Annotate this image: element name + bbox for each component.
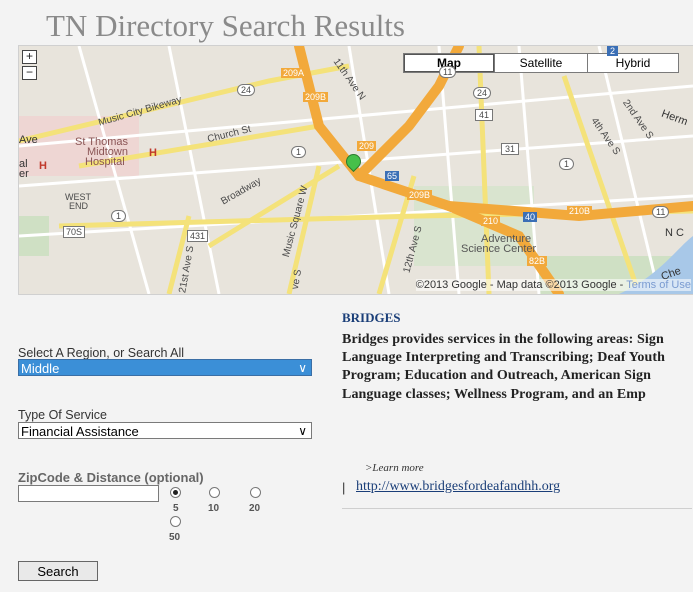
map-view[interactable]: + − Map Satellite Hybrid Music City Bike… <box>18 45 693 295</box>
shield-431: 431 <box>187 230 209 242</box>
map-copyright: ©2013 Google - Map data ©2013 Google - T… <box>415 279 691 291</box>
zoom-in-button[interactable]: + <box>22 50 37 64</box>
map-label-er: er <box>19 168 29 180</box>
shield-209a: 209A <box>281 68 307 78</box>
result-divider <box>342 508 692 509</box>
shield-24-east: 24 <box>473 87 492 99</box>
service-select-value: Financial Assistance <box>21 424 139 439</box>
shield-70s: 70S <box>63 226 86 238</box>
page-title: TN Directory Search Results <box>46 8 405 43</box>
chevron-down-icon: ∨ <box>298 361 307 375</box>
shield-209b: 209B <box>303 92 329 102</box>
shield-209: 209 <box>357 141 377 151</box>
map-type-satellite[interactable]: Satellite <box>494 53 588 73</box>
shield-40: 40 <box>523 212 538 222</box>
map-label-end: END <box>69 201 89 211</box>
distance-label-5: 5 <box>173 503 179 514</box>
map-label-science-center: Science Center <box>461 243 537 255</box>
map-label-nc: N C <box>665 227 684 239</box>
service-select[interactable]: Financial Assistance ∨ <box>18 422 312 439</box>
shield-31: 31 <box>501 143 520 155</box>
distance-radio-5[interactable] <box>170 487 181 498</box>
region-select-value: Middle <box>21 361 60 376</box>
shield-65: 65 <box>385 171 400 181</box>
copyright-text: ©2013 Google - Map data ©2013 Google - <box>415 279 627 291</box>
region-label: Select A Region, or Search All <box>18 346 185 360</box>
map-label-ave: Ave <box>19 134 38 146</box>
distance-radio-20[interactable] <box>250 487 261 498</box>
shield-210b: 210B <box>567 206 593 216</box>
result-description: Bridges provides services in the followi… <box>342 332 666 402</box>
link-separator: | <box>342 480 346 495</box>
map-type-hybrid[interactable]: Hybrid <box>587 53 679 73</box>
distance-label-10: 10 <box>208 503 220 514</box>
shield-82b: 82B <box>527 256 548 266</box>
chevron-down-icon: ∨ <box>298 424 307 438</box>
distance-radio-50[interactable] <box>170 516 181 527</box>
distance-label-20: 20 <box>249 503 261 514</box>
distance-radio-10[interactable] <box>209 487 220 498</box>
shield-2: 2 <box>607 46 619 56</box>
shield-11: 11 <box>439 66 457 78</box>
learn-more-link[interactable]: >Learn more <box>365 462 424 474</box>
hospital-icon: H <box>149 147 157 159</box>
service-label: Type Of Service <box>18 408 107 422</box>
shield-1: 1 <box>291 146 307 158</box>
distance-label-50: 50 <box>169 532 181 543</box>
result-title[interactable]: BRIDGES <box>342 310 401 326</box>
region-select[interactable]: Middle ∨ <box>18 359 312 376</box>
result-website-link[interactable]: http://www.bridgesfordeafandhh.org <box>356 479 560 495</box>
shield-24: 24 <box>237 84 256 96</box>
shield-209b-south: 209B <box>407 190 433 200</box>
shield-1-west: 1 <box>111 210 127 222</box>
shield-1-east: 1 <box>559 158 575 170</box>
search-button[interactable]: Search <box>18 561 98 581</box>
terms-of-use-link[interactable]: Terms of Use <box>626 279 691 291</box>
shield-41: 41 <box>475 109 494 121</box>
page-frame: TN Directory Search Results + − Map Sate… <box>0 0 693 592</box>
zip-label: ZipCode & Distance (optional) <box>18 470 204 485</box>
zoom-out-button[interactable]: − <box>22 66 37 80</box>
shield-11-east: 11 <box>652 206 670 218</box>
shield-210: 210 <box>481 216 501 226</box>
map-label-hospital-3: Hospital <box>85 156 125 168</box>
zip-input[interactable] <box>18 485 159 502</box>
hospital-icon-left: H <box>39 160 47 172</box>
